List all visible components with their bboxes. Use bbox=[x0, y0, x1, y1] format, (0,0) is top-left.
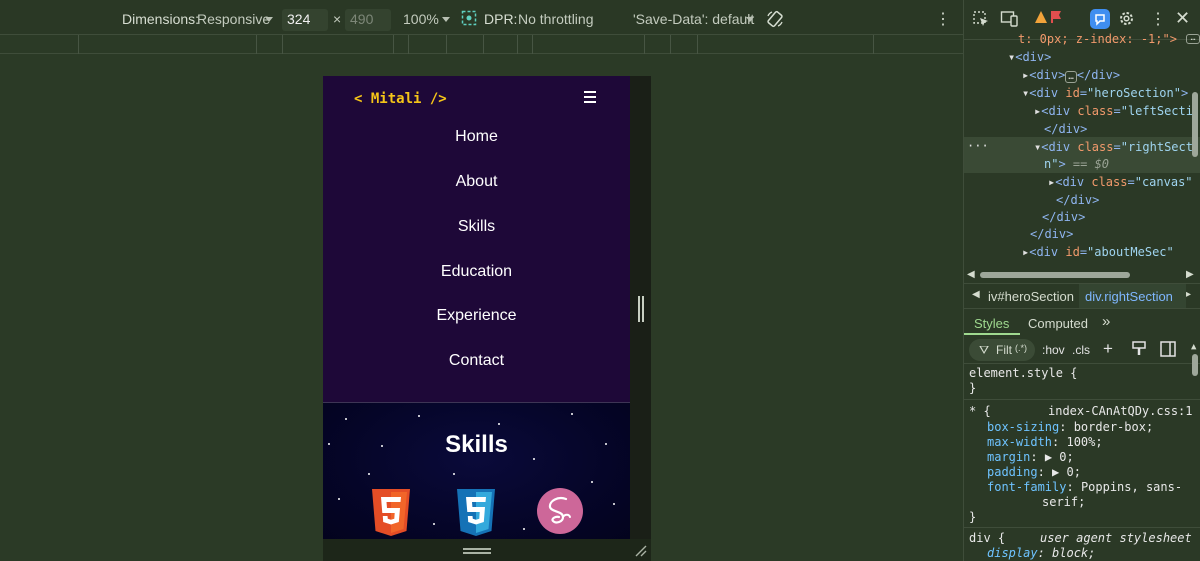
close-devtools-icon[interactable]: ✕ bbox=[1175, 8, 1190, 29]
elements-tree: t: 0px; z-index: -1;"> … ▾<div> ▸<div>… <… bbox=[964, 32, 1200, 280]
css-declaration[interactable]: margin: ▶ 0; bbox=[987, 450, 1074, 465]
tab-computed[interactable]: Computed bbox=[1028, 316, 1088, 331]
devtools-panel: ⋮ ✕ t: 0px; z-index: -1;"> … ▾<div> ▸<di… bbox=[963, 0, 1200, 561]
element-line[interactable]: ▸<div class="leftSecti bbox=[1034, 103, 1193, 119]
ua-stylesheet-label: user agent stylesheet bbox=[1040, 531, 1192, 545]
zoom-dropdown[interactable]: 100% bbox=[403, 11, 439, 27]
device-bottom-gutter bbox=[323, 539, 651, 561]
save-data-caret-icon[interactable] bbox=[746, 17, 754, 22]
media-query-ruler bbox=[0, 34, 963, 54]
css-declaration[interactable]: display: block; bbox=[987, 546, 1095, 561]
paint-icon[interactable] bbox=[1132, 341, 1146, 360]
dimensions-caret-icon[interactable] bbox=[265, 17, 273, 22]
nav-item-contact[interactable]: Contact bbox=[323, 352, 630, 370]
width-input[interactable]: 324 bbox=[282, 9, 328, 31]
nav-item-experience[interactable]: Experience bbox=[323, 307, 630, 325]
active-tab-indicator bbox=[964, 333, 1020, 335]
resize-corner-icon[interactable] bbox=[634, 544, 647, 557]
breadcrumb-item[interactable]: iv#heroSection bbox=[988, 289, 1074, 304]
element-line[interactable]: ▾<div id="heroSection"> bbox=[1022, 85, 1188, 101]
styles-filter-bar: ⛛ Filt (.*) :hov .cls + bbox=[964, 336, 1200, 364]
device-right-gutter bbox=[630, 76, 651, 539]
dimensions-label: Dimensions: bbox=[122, 11, 200, 27]
element-line[interactable]: ▾<div> bbox=[1008, 49, 1051, 65]
save-data-dropdown[interactable]: 'Save-Data': default bbox=[633, 11, 754, 27]
filter-input[interactable]: ⛛ Filt (.*) bbox=[969, 339, 1035, 361]
device-viewport: < Mitali /> Home About Skills Education … bbox=[323, 76, 630, 539]
throttling-dropdown[interactable]: No throttling bbox=[518, 11, 593, 27]
dpr-icon[interactable] bbox=[461, 10, 477, 29]
css-declaration[interactable]: box-sizing: border-box; bbox=[987, 420, 1153, 435]
dom-breadcrumb: ◀ iv#heroSection div.rightSection ▸ bbox=[964, 283, 1200, 309]
dpr-label: DPR: bbox=[484, 11, 518, 27]
element-line[interactable]: ▾<div class="rightSect bbox=[1034, 139, 1193, 155]
resize-handle-bottom[interactable] bbox=[463, 548, 491, 550]
add-rule-icon[interactable]: + bbox=[1103, 339, 1113, 359]
devtools-more-icon[interactable]: ⋮ bbox=[1150, 9, 1166, 29]
elements-horizontal-scrollbar[interactable]: ◀ ▶ bbox=[964, 268, 1200, 282]
nav-item-home[interactable]: Home bbox=[323, 128, 630, 146]
more-tabs-icon[interactable]: » bbox=[1102, 313, 1110, 330]
element-style-rule[interactable]: element.style { bbox=[969, 366, 1077, 381]
inspect-element-icon[interactable] bbox=[972, 10, 990, 33]
dimensions-dropdown[interactable]: Responsive bbox=[197, 11, 270, 27]
zoom-caret-icon[interactable] bbox=[442, 17, 450, 22]
settings-gear-icon[interactable] bbox=[1118, 10, 1135, 32]
element-line[interactable]: ▸<div>… </div> bbox=[1022, 67, 1120, 85]
css-declaration[interactable]: max-width: 100%; bbox=[987, 435, 1103, 450]
nav-item-skills[interactable]: Skills bbox=[323, 218, 630, 236]
element-line[interactable]: </div> bbox=[1030, 226, 1073, 242]
height-input[interactable]: 490 bbox=[345, 9, 391, 31]
class-toggle[interactable]: .cls bbox=[1072, 343, 1090, 357]
tab-styles[interactable]: Styles bbox=[974, 316, 1009, 331]
stylesheet-source-link[interactable]: index-CAnAtQDy.css:1 bbox=[1048, 404, 1193, 419]
element-line[interactable]: ▸<div class="canvas" bbox=[1048, 174, 1193, 190]
breadcrumb-scroll-left-icon[interactable]: ◀ bbox=[972, 289, 980, 300]
site-logo[interactable]: < Mitali /> bbox=[354, 91, 447, 107]
more-options-icon[interactable]: ⋮ bbox=[935, 9, 951, 29]
hover-state-toggle[interactable]: :hov bbox=[1042, 343, 1065, 357]
universal-selector[interactable]: * { bbox=[969, 404, 991, 419]
breadcrumb-scroll-right-icon[interactable]: ▸ bbox=[1186, 289, 1191, 300]
device-toggle-icon[interactable] bbox=[1000, 10, 1020, 33]
element-line[interactable]: n"> == $0 bbox=[1044, 156, 1109, 172]
filter-funnel-icon: ⛛ bbox=[979, 343, 990, 357]
element-line[interactable]: </div> bbox=[1044, 121, 1087, 137]
skills-section: Skills bbox=[323, 402, 630, 539]
element-line[interactable]: ▸<div id="aboutMeSec" bbox=[1022, 244, 1174, 260]
sidebar-toggle-icon[interactable] bbox=[1160, 341, 1176, 360]
element-line[interactable]: t: 0px; z-index: -1;"> bbox=[1018, 31, 1177, 47]
sass-icon bbox=[537, 488, 583, 534]
resize-handle-right[interactable] bbox=[638, 296, 640, 322]
styles-scrollbar[interactable] bbox=[1192, 354, 1198, 376]
elements-vertical-scrollbar[interactable] bbox=[1192, 92, 1198, 157]
node-actions-icon[interactable]: ··· bbox=[967, 138, 989, 154]
styles-tabbar: Styles Computed » bbox=[964, 310, 1200, 336]
warning-icon[interactable] bbox=[1034, 10, 1048, 29]
times-sign: × bbox=[333, 11, 342, 27]
styles-pane: element.style { } * { index-CAnAtQDy.css… bbox=[964, 342, 1200, 561]
html5-icon bbox=[372, 489, 410, 536]
nav-item-about[interactable]: About bbox=[323, 173, 630, 191]
css3-icon bbox=[457, 489, 495, 536]
nav-item-education[interactable]: Education bbox=[323, 263, 630, 281]
breadcrumb-item-selected[interactable]: div.rightSection bbox=[1085, 289, 1173, 304]
hamburger-icon[interactable] bbox=[584, 91, 596, 103]
issues-flag-icon[interactable] bbox=[1050, 10, 1062, 29]
element-line[interactable]: </div> bbox=[1042, 209, 1085, 225]
css-declaration[interactable]: padding: ▶ 0; bbox=[987, 465, 1081, 480]
skills-heading: Skills bbox=[445, 431, 508, 458]
element-line[interactable]: </div> bbox=[1056, 192, 1099, 208]
css-declaration[interactable]: font-family: Poppins, sans- bbox=[987, 480, 1182, 495]
mobile-nav-menu: < Mitali /> Home About Skills Education … bbox=[323, 76, 630, 402]
regex-toggle[interactable]: (.*) bbox=[1015, 343, 1027, 353]
ellipsis-badge[interactable]: … bbox=[1186, 34, 1200, 44]
rotate-icon[interactable] bbox=[766, 10, 784, 31]
div-selector[interactable]: div { bbox=[969, 531, 1005, 546]
